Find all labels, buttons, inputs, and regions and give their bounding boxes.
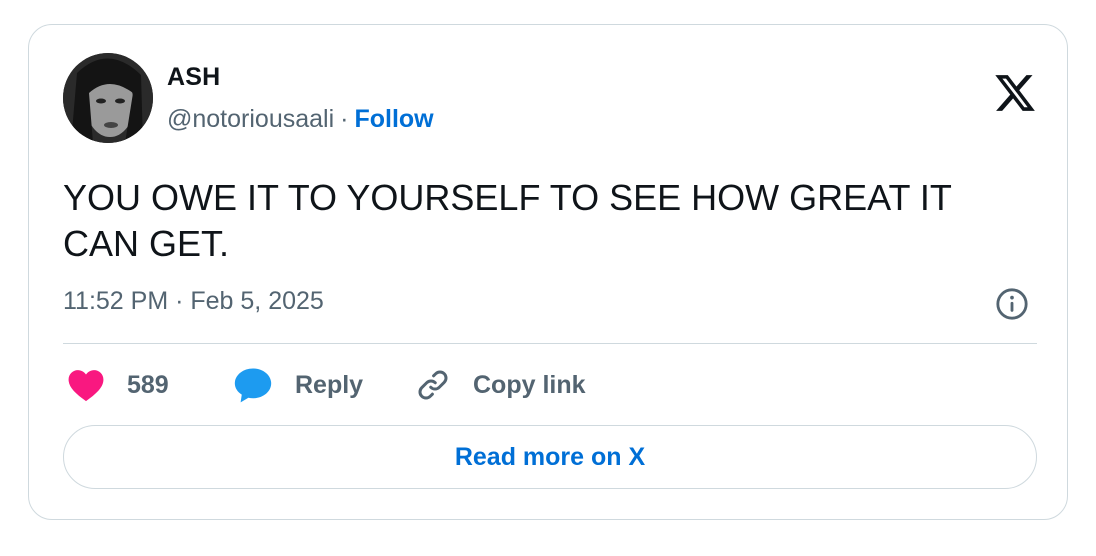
tweet-embed-card: ASH @notoriousaali · Follow YOU OWE IT TO …	[28, 24, 1068, 520]
copy-link-button[interactable]: Copy link	[415, 365, 586, 405]
separator-dot: ·	[340, 105, 349, 133]
reply-button[interactable]: Reply	[233, 365, 363, 405]
x-logo-icon[interactable]	[993, 71, 1037, 115]
divider	[63, 343, 1037, 344]
tweet-text: YOU OWE IT TO YOURSELF TO SEE HOW GREAT …	[63, 177, 952, 264]
reply-label: Reply	[295, 370, 364, 399]
like-count: 589	[127, 370, 169, 399]
info-icon[interactable]	[995, 287, 1029, 321]
follow-button[interactable]: Follow	[354, 105, 433, 133]
avatar[interactable]	[63, 53, 153, 143]
tweet-timestamp[interactable]: 11:52 PM · Feb 5, 2025	[63, 287, 324, 316]
copy-link-label: Copy link	[473, 370, 586, 399]
speech-bubble-icon	[233, 366, 273, 404]
author-handle[interactable]: @notoriousaali	[167, 105, 334, 133]
read-more-button[interactable]: Read more on X	[63, 425, 1037, 489]
author-handle-row: @notoriousaali · Follow	[167, 105, 434, 134]
link-icon	[415, 367, 451, 403]
heart-icon	[67, 367, 105, 403]
like-button[interactable]: 589	[67, 365, 169, 405]
author-name[interactable]: ASH	[167, 63, 220, 92]
avatar-image	[63, 53, 153, 143]
